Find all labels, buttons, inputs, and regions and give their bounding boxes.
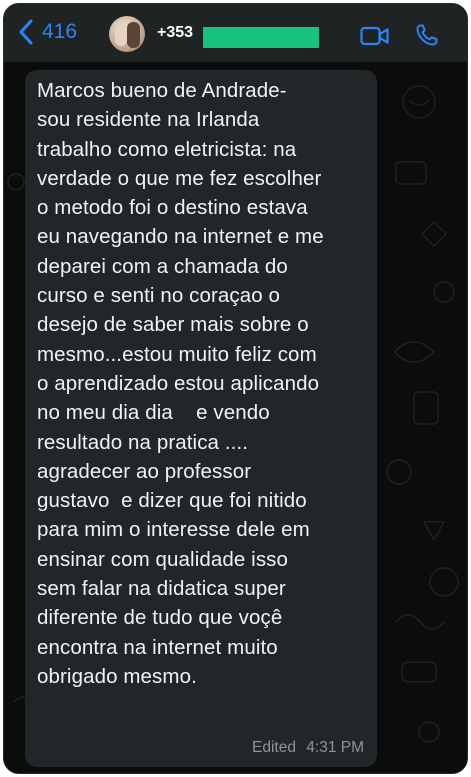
message-line: deparei com a chamada do [37,254,288,278]
message-line: no meu dia dia e vendo [37,401,270,425]
message-line: sem falar na didatica super [37,577,286,601]
unread-count: 416 [42,20,78,43]
video-call-button[interactable] [360,26,390,51]
message-line: resultado na pratica .... [37,430,249,454]
message-line: gustavo e dizer que foi nitido [37,489,307,513]
message-line: sou residente na Irlanda [37,108,260,132]
chat-header: 416 +353 [4,4,467,62]
message-line: Marcos bueno de Andrade- [37,79,287,102]
message-line: verdade o que me fez escolher [37,166,322,190]
message-line: desejo de saber mais sobre o [37,313,309,337]
message-line: curso e senti no coraçao o [37,284,281,308]
message-line: obrigado mesmo. [37,664,197,688]
message-time: 4:31 PM [306,739,364,756]
message-bubble[interactable]: Marcos bueno de Andrade-sou residente na… [25,70,377,767]
message-line: mesmo...estou muito feliz com [37,342,317,366]
message-line: eu navegando na internet e me [37,225,324,249]
message-line: o metodo foi o destino estava [37,196,308,220]
edited-label: Edited [252,739,296,756]
chat-area[interactable]: Marcos bueno de Andrade-sou residente na… [4,62,467,773]
message-meta: Edited 4:31 PM [252,739,364,757]
phone-frame: 416 +353 Marcos bueno de Andrade- sou re… [3,3,468,774]
avatar[interactable] [109,16,145,52]
message-line: diferente de tudo que voçê [37,606,283,630]
message-line: para mim o interesse dele em [37,518,310,542]
voice-call-button[interactable] [415,23,439,52]
back-button[interactable]: 416 [18,19,77,45]
redaction-bar [203,27,319,48]
phone-icon [415,24,439,51]
message-line: o aprendizado estou aplicando [37,371,320,395]
message-line: trabalho como eletricista: na [37,137,297,161]
message-line: ensinar com qualidade isso [37,547,289,571]
message-line: encontra na internet muito [37,635,278,659]
message-text: Marcos bueno de Andrade-sou residente na… [37,76,365,691]
contact-name[interactable]: +353 [157,24,193,42]
video-camera-icon [360,26,390,50]
chevron-left-icon [18,19,34,45]
message-line: agradecer ao professor [37,459,252,483]
